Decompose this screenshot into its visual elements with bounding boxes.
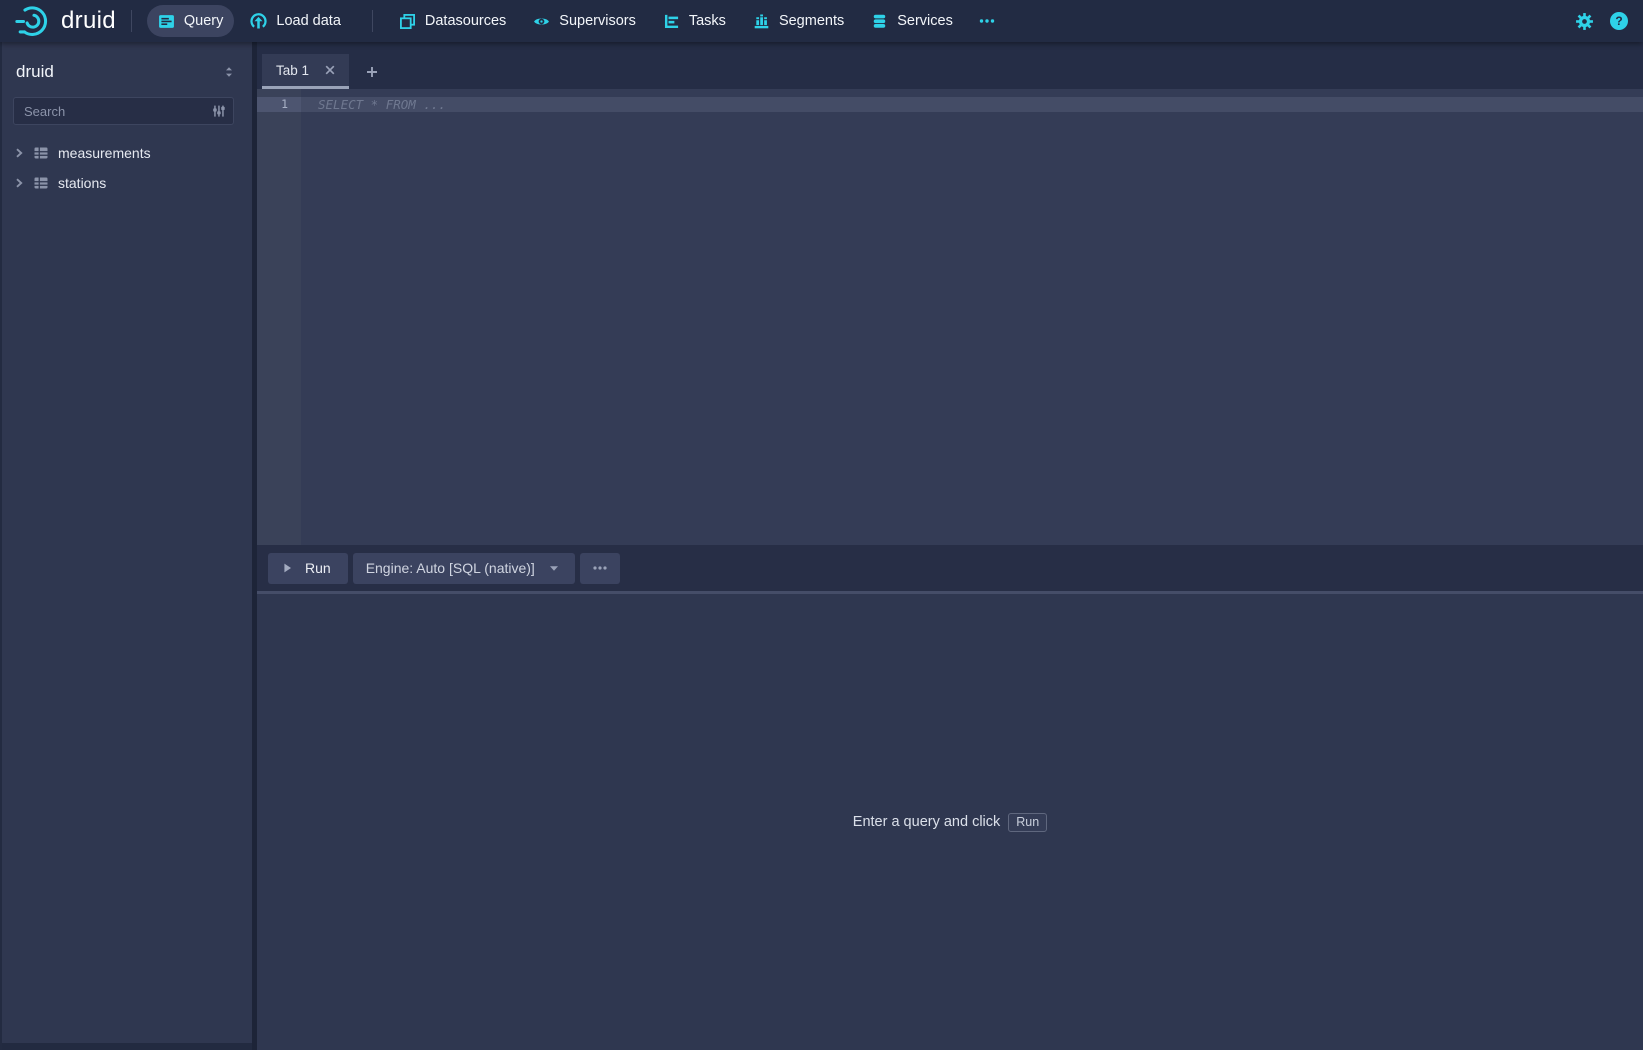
datasources-icon <box>399 13 416 30</box>
query-tabbar: Tab 1 <box>257 42 1643 89</box>
nav-item-services[interactable]: Services <box>860 5 964 37</box>
tab-close-button[interactable] <box>322 62 338 78</box>
nav-item-tasks[interactable]: Tasks <box>652 5 737 37</box>
close-icon <box>322 62 338 78</box>
editor-line-number: 1 <box>257 97 301 112</box>
editor-gutter <box>257 89 301 545</box>
upload-icon <box>250 13 267 30</box>
sliders-icon <box>211 103 227 119</box>
table-icon <box>33 145 49 161</box>
run-button[interactable]: Run <box>268 553 348 584</box>
add-tab-button[interactable] <box>349 54 395 89</box>
sidebar-header: druid <box>2 42 252 97</box>
tree-item-label: measurements <box>58 145 151 161</box>
table-icon <box>33 175 49 191</box>
run-toolbar: Run Engine: Auto [SQL (native)] <box>257 545 1643 594</box>
engine-select-label: Engine: Auto [SQL (native)] <box>366 560 535 576</box>
help-icon: ? <box>1609 11 1629 31</box>
druid-logo[interactable]: druid <box>14 2 116 40</box>
database-icon <box>871 13 888 30</box>
schema-title: druid <box>16 62 54 82</box>
double-caret-vertical-icon <box>221 64 237 80</box>
results-empty-message: Enter a query and click Run <box>853 813 1047 832</box>
schema-tree: measurements stations <box>2 138 252 198</box>
nav-item-label: Supervisors <box>559 13 636 29</box>
tree-item-stations[interactable]: stations <box>2 168 252 198</box>
sort-button[interactable] <box>221 64 237 80</box>
filter-options-button[interactable] <box>211 103 227 119</box>
query-editor[interactable]: 1 SELECT * FROM ... <box>257 89 1643 545</box>
play-icon <box>279 560 295 576</box>
schema-sidebar: druid <box>0 42 257 1050</box>
nav-item-supervisors[interactable]: Supervisors <box>522 5 647 37</box>
ellipsis-icon <box>592 560 608 576</box>
nav-divider <box>372 10 373 32</box>
nav-item-datasources[interactable]: Datasources <box>388 5 517 37</box>
nav-item-query[interactable]: Query <box>147 5 235 37</box>
search-row <box>13 97 234 125</box>
svg-text:?: ? <box>1615 14 1622 28</box>
nav-more-button[interactable] <box>969 5 1005 37</box>
engine-select[interactable]: Engine: Auto [SQL (native)] <box>353 553 575 584</box>
nav-divider <box>131 10 132 32</box>
settings-button[interactable] <box>1575 12 1594 31</box>
nav-item-label: Datasources <box>425 13 506 29</box>
druid-logo-icon <box>14 2 52 40</box>
nav-item-label: Query <box>184 13 224 29</box>
plus-icon <box>364 64 380 80</box>
more-icon <box>979 13 995 29</box>
gear-icon <box>1575 12 1594 31</box>
results-empty-text: Enter a query and click <box>853 814 1001 830</box>
editor-placeholder: SELECT * FROM ... <box>318 97 446 112</box>
run-button-label: Run <box>305 560 331 576</box>
nav-item-load-data[interactable]: Load data <box>239 5 352 37</box>
top-navbar: druid Query Load data <box>0 0 1643 42</box>
results-run-kbd: Run <box>1008 813 1047 832</box>
logo-wordmark: druid <box>61 7 116 35</box>
help-button[interactable]: ? <box>1609 11 1629 31</box>
search-input[interactable] <box>13 97 234 125</box>
nav-item-segments[interactable]: Segments <box>742 5 855 37</box>
nav-item-label: Segments <box>779 13 844 29</box>
tree-item-measurements[interactable]: measurements <box>2 138 252 168</box>
tree-item-label: stations <box>58 175 106 191</box>
eye-icon <box>533 13 550 30</box>
nav-item-label: Load data <box>276 13 341 29</box>
nav-item-label: Services <box>897 13 953 29</box>
sidebar-scrollbar-track[interactable] <box>2 1043 252 1050</box>
query-main: Tab 1 1 SELECT * FROM ... <box>257 42 1643 1050</box>
app-body: druid <box>0 42 1643 1050</box>
chevron-right-icon <box>11 175 27 191</box>
caret-down-icon <box>546 560 562 576</box>
segments-icon <box>753 13 770 30</box>
navbar-right: ? <box>1575 11 1633 31</box>
nav-item-label: Tasks <box>689 13 726 29</box>
editor-current-line <box>257 97 1643 112</box>
tab-label: Tab 1 <box>276 63 309 78</box>
results-panel: Enter a query and click Run <box>257 594 1643 1050</box>
query-icon <box>158 13 175 30</box>
tasks-icon <box>663 13 680 30</box>
chevron-right-icon <box>11 145 27 161</box>
tab-tab1[interactable]: Tab 1 <box>262 54 349 89</box>
query-more-button[interactable] <box>580 553 620 584</box>
